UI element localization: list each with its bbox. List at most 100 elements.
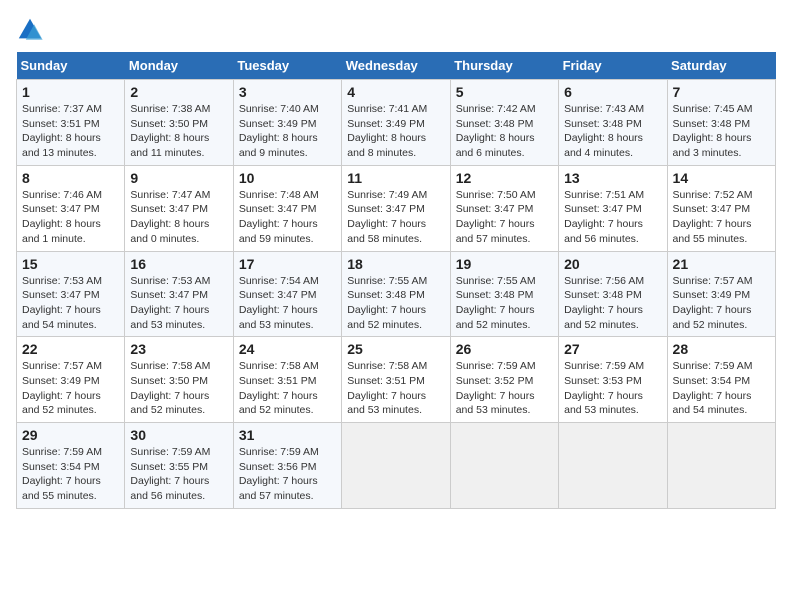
day-number: 20: [564, 256, 661, 272]
day-cell: 25 Sunrise: 7:58 AMSunset: 3:51 PMDaylig…: [342, 337, 450, 423]
week-row-1: 1 Sunrise: 7:37 AMSunset: 3:51 PMDayligh…: [17, 80, 776, 166]
day-detail: Sunrise: 7:41 AMSunset: 3:49 PMDaylight:…: [347, 103, 427, 159]
day-number: 29: [22, 427, 119, 443]
day-cell: 28 Sunrise: 7:59 AMSunset: 3:54 PMDaylig…: [667, 337, 775, 423]
day-detail: Sunrise: 7:56 AMSunset: 3:48 PMDaylight:…: [564, 275, 644, 331]
day-cell: 11 Sunrise: 7:49 AMSunset: 3:47 PMDaylig…: [342, 165, 450, 251]
day-detail: Sunrise: 7:59 AMSunset: 3:53 PMDaylight:…: [564, 360, 644, 416]
day-cell: 14 Sunrise: 7:52 AMSunset: 3:47 PMDaylig…: [667, 165, 775, 251]
day-number: 26: [456, 341, 553, 357]
day-cell: 22 Sunrise: 7:57 AMSunset: 3:49 PMDaylig…: [17, 337, 125, 423]
day-cell: 13 Sunrise: 7:51 AMSunset: 3:47 PMDaylig…: [559, 165, 667, 251]
week-row-2: 8 Sunrise: 7:46 AMSunset: 3:47 PMDayligh…: [17, 165, 776, 251]
day-detail: Sunrise: 7:54 AMSunset: 3:47 PMDaylight:…: [239, 275, 319, 331]
day-cell: 10 Sunrise: 7:48 AMSunset: 3:47 PMDaylig…: [233, 165, 341, 251]
header-sunday: Sunday: [17, 52, 125, 80]
day-detail: Sunrise: 7:53 AMSunset: 3:47 PMDaylight:…: [22, 275, 102, 331]
day-detail: Sunrise: 7:46 AMSunset: 3:47 PMDaylight:…: [22, 189, 102, 245]
day-number: 8: [22, 170, 119, 186]
header-tuesday: Tuesday: [233, 52, 341, 80]
day-detail: Sunrise: 7:38 AMSunset: 3:50 PMDaylight:…: [130, 103, 210, 159]
day-detail: Sunrise: 7:49 AMSunset: 3:47 PMDaylight:…: [347, 189, 427, 245]
header-saturday: Saturday: [667, 52, 775, 80]
day-detail: Sunrise: 7:59 AMSunset: 3:55 PMDaylight:…: [130, 446, 210, 502]
day-detail: Sunrise: 7:53 AMSunset: 3:47 PMDaylight:…: [130, 275, 210, 331]
day-cell: 3 Sunrise: 7:40 AMSunset: 3:49 PMDayligh…: [233, 80, 341, 166]
day-detail: Sunrise: 7:59 AMSunset: 3:54 PMDaylight:…: [22, 446, 102, 502]
day-detail: Sunrise: 7:47 AMSunset: 3:47 PMDaylight:…: [130, 189, 210, 245]
day-detail: Sunrise: 7:58 AMSunset: 3:51 PMDaylight:…: [239, 360, 319, 416]
day-cell: [559, 423, 667, 509]
day-detail: Sunrise: 7:45 AMSunset: 3:48 PMDaylight:…: [673, 103, 753, 159]
day-cell: 20 Sunrise: 7:56 AMSunset: 3:48 PMDaylig…: [559, 251, 667, 337]
day-cell: 7 Sunrise: 7:45 AMSunset: 3:48 PMDayligh…: [667, 80, 775, 166]
logo: [16, 16, 48, 44]
day-detail: Sunrise: 7:57 AMSunset: 3:49 PMDaylight:…: [22, 360, 102, 416]
day-number: 16: [130, 256, 227, 272]
day-cell: 4 Sunrise: 7:41 AMSunset: 3:49 PMDayligh…: [342, 80, 450, 166]
header-friday: Friday: [559, 52, 667, 80]
day-detail: Sunrise: 7:37 AMSunset: 3:51 PMDaylight:…: [22, 103, 102, 159]
day-detail: Sunrise: 7:40 AMSunset: 3:49 PMDaylight:…: [239, 103, 319, 159]
week-row-3: 15 Sunrise: 7:53 AMSunset: 3:47 PMDaylig…: [17, 251, 776, 337]
day-number: 11: [347, 170, 444, 186]
day-number: 5: [456, 84, 553, 100]
calendar-table: SundayMondayTuesdayWednesdayThursdayFrid…: [16, 52, 776, 509]
day-cell: [667, 423, 775, 509]
day-detail: Sunrise: 7:51 AMSunset: 3:47 PMDaylight:…: [564, 189, 644, 245]
day-cell: 21 Sunrise: 7:57 AMSunset: 3:49 PMDaylig…: [667, 251, 775, 337]
day-cell: 9 Sunrise: 7:47 AMSunset: 3:47 PMDayligh…: [125, 165, 233, 251]
day-detail: Sunrise: 7:58 AMSunset: 3:51 PMDaylight:…: [347, 360, 427, 416]
day-number: 24: [239, 341, 336, 357]
day-cell: 24 Sunrise: 7:58 AMSunset: 3:51 PMDaylig…: [233, 337, 341, 423]
day-number: 18: [347, 256, 444, 272]
day-cell: 23 Sunrise: 7:58 AMSunset: 3:50 PMDaylig…: [125, 337, 233, 423]
day-cell: 12 Sunrise: 7:50 AMSunset: 3:47 PMDaylig…: [450, 165, 558, 251]
day-detail: Sunrise: 7:52 AMSunset: 3:47 PMDaylight:…: [673, 189, 753, 245]
day-number: 1: [22, 84, 119, 100]
day-number: 31: [239, 427, 336, 443]
day-cell: [450, 423, 558, 509]
day-number: 21: [673, 256, 770, 272]
day-detail: Sunrise: 7:55 AMSunset: 3:48 PMDaylight:…: [456, 275, 536, 331]
header: [16, 16, 776, 44]
day-detail: Sunrise: 7:57 AMSunset: 3:49 PMDaylight:…: [673, 275, 753, 331]
day-number: 4: [347, 84, 444, 100]
day-number: 25: [347, 341, 444, 357]
day-detail: Sunrise: 7:42 AMSunset: 3:48 PMDaylight:…: [456, 103, 536, 159]
week-row-5: 29 Sunrise: 7:59 AMSunset: 3:54 PMDaylig…: [17, 423, 776, 509]
day-detail: Sunrise: 7:43 AMSunset: 3:48 PMDaylight:…: [564, 103, 644, 159]
day-number: 23: [130, 341, 227, 357]
day-number: 7: [673, 84, 770, 100]
day-number: 12: [456, 170, 553, 186]
day-number: 28: [673, 341, 770, 357]
day-detail: Sunrise: 7:48 AMSunset: 3:47 PMDaylight:…: [239, 189, 319, 245]
day-cell: 15 Sunrise: 7:53 AMSunset: 3:47 PMDaylig…: [17, 251, 125, 337]
day-number: 13: [564, 170, 661, 186]
day-cell: 19 Sunrise: 7:55 AMSunset: 3:48 PMDaylig…: [450, 251, 558, 337]
day-number: 17: [239, 256, 336, 272]
day-cell: 18 Sunrise: 7:55 AMSunset: 3:48 PMDaylig…: [342, 251, 450, 337]
day-detail: Sunrise: 7:50 AMSunset: 3:47 PMDaylight:…: [456, 189, 536, 245]
header-row: SundayMondayTuesdayWednesdayThursdayFrid…: [17, 52, 776, 80]
day-number: 30: [130, 427, 227, 443]
day-detail: Sunrise: 7:59 AMSunset: 3:52 PMDaylight:…: [456, 360, 536, 416]
day-number: 10: [239, 170, 336, 186]
header-monday: Monday: [125, 52, 233, 80]
day-number: 22: [22, 341, 119, 357]
day-number: 14: [673, 170, 770, 186]
day-cell: 26 Sunrise: 7:59 AMSunset: 3:52 PMDaylig…: [450, 337, 558, 423]
day-cell: 5 Sunrise: 7:42 AMSunset: 3:48 PMDayligh…: [450, 80, 558, 166]
day-cell: [342, 423, 450, 509]
day-number: 2: [130, 84, 227, 100]
day-number: 27: [564, 341, 661, 357]
day-cell: 6 Sunrise: 7:43 AMSunset: 3:48 PMDayligh…: [559, 80, 667, 166]
day-detail: Sunrise: 7:58 AMSunset: 3:50 PMDaylight:…: [130, 360, 210, 416]
day-number: 6: [564, 84, 661, 100]
day-number: 3: [239, 84, 336, 100]
day-cell: 31 Sunrise: 7:59 AMSunset: 3:56 PMDaylig…: [233, 423, 341, 509]
day-cell: 16 Sunrise: 7:53 AMSunset: 3:47 PMDaylig…: [125, 251, 233, 337]
day-cell: 2 Sunrise: 7:38 AMSunset: 3:50 PMDayligh…: [125, 80, 233, 166]
header-wednesday: Wednesday: [342, 52, 450, 80]
day-detail: Sunrise: 7:59 AMSunset: 3:54 PMDaylight:…: [673, 360, 753, 416]
